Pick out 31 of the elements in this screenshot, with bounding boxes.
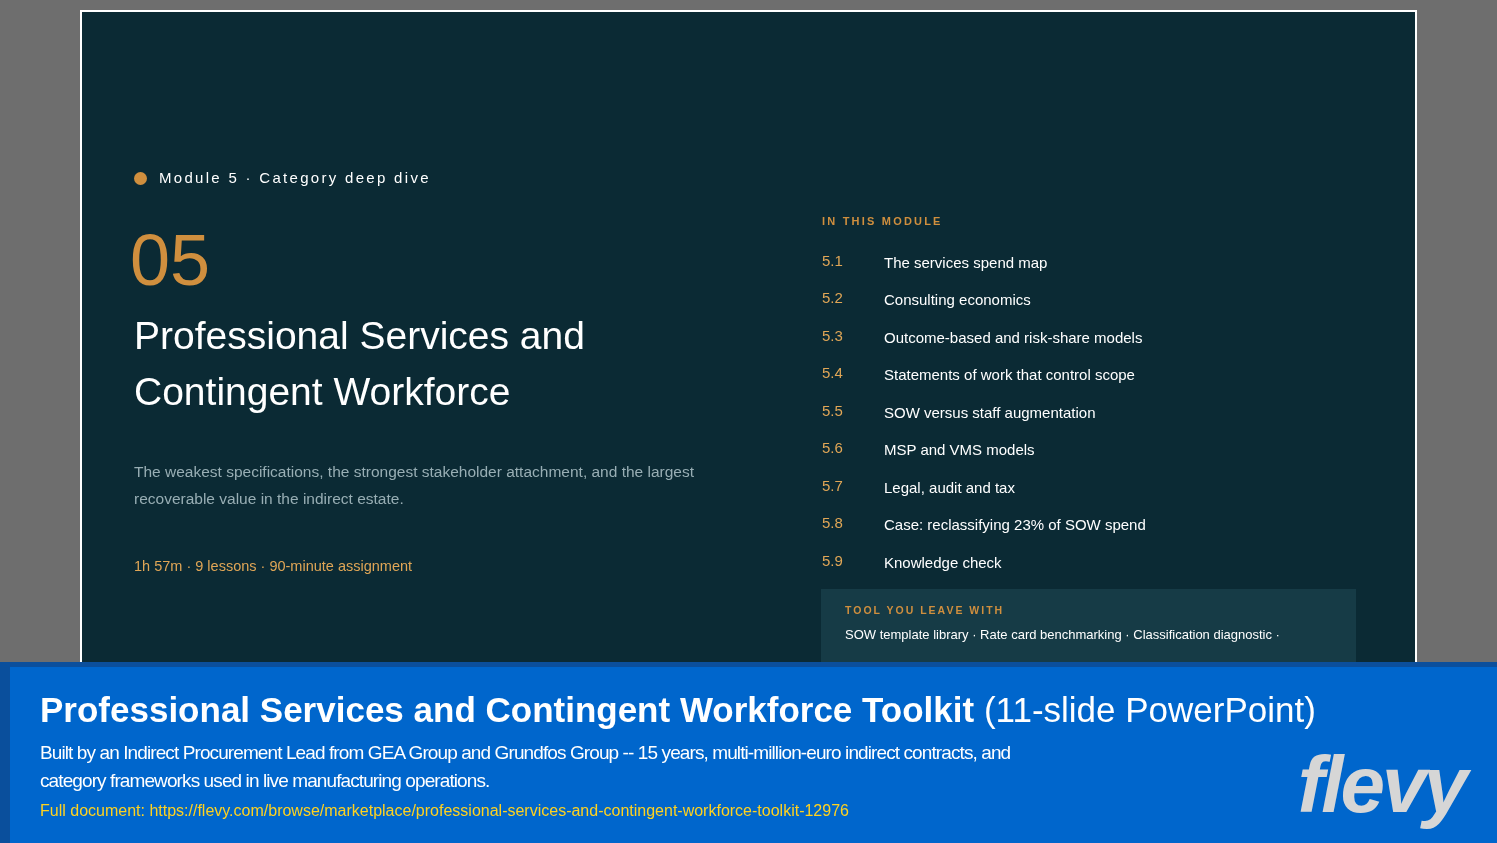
lesson-title: Legal, audit and tax <box>884 477 1015 498</box>
dot-icon <box>134 171 147 185</box>
lesson-title: MSP and VMS models <box>884 440 1035 460</box>
lesson-title: Consulting economics <box>884 290 1031 310</box>
lesson-number: 5.6 <box>822 438 844 458</box>
slide-title: Professional Services and Contingent Workforce <box>134 312 586 415</box>
module-label: Module 5 · Category deep dive <box>159 168 431 188</box>
lesson-title: The services spend map <box>884 252 1048 273</box>
lesson-number: 5.5 <box>822 400 844 421</box>
slide-description: The weakest specifications, the strongest stakeholder attachment, and the largest recoverable value in the indirect estate. <box>134 461 696 509</box>
banner-description: Built by an Indirect Procurement Lead from GEA Group and Grundfos Group -- 15 years, multi-million-euro indirect contracts, and category frameworks used in live manufacturing operations. <box>40 741 1012 793</box>
lesson-title: Outcome-based and risk-share models <box>884 327 1143 348</box>
lesson-number: 5.9 <box>822 550 844 571</box>
banner-title: Professional Services and Contingent Workforce Toolkit (11-slide PowerPoint) <box>40 689 1316 731</box>
lesson-title: Case: reclassifying 23% of SOW spend <box>884 515 1146 535</box>
lesson-number: 5.1 <box>822 250 844 271</box>
lesson-number: 5.2 <box>822 288 844 308</box>
section-heading: IN THIS MODULE <box>822 214 944 229</box>
module-meta: 1h 57m · 9 lessons · 90-minute assignment <box>134 556 414 576</box>
lesson-number: 5.8 <box>822 513 844 533</box>
logo: flevy <box>1293 741 1477 829</box>
module-number: 05 <box>130 223 212 296</box>
lesson-title: Knowledge check <box>884 552 1002 573</box>
lesson-number: 5.7 <box>822 475 844 496</box>
lesson-title: Statements of work that control scope <box>884 365 1135 385</box>
lesson-title: SOW versus staff augmentation <box>884 402 1096 423</box>
tool-heading: TOOL YOU LEAVE WITH <box>845 603 1006 618</box>
lesson-number: 5.4 <box>822 363 844 383</box>
tool-list: SOW template library · Rate card benchmarking · Classification diagnostic · <box>845 624 1332 645</box>
lesson-number: 5.3 <box>822 325 844 346</box>
document-link[interactable]: Full document: https://flevy.com/browse/marketplace/professional-services-and-contingent-workforce-toolkit-12976 <box>40 799 1220 823</box>
